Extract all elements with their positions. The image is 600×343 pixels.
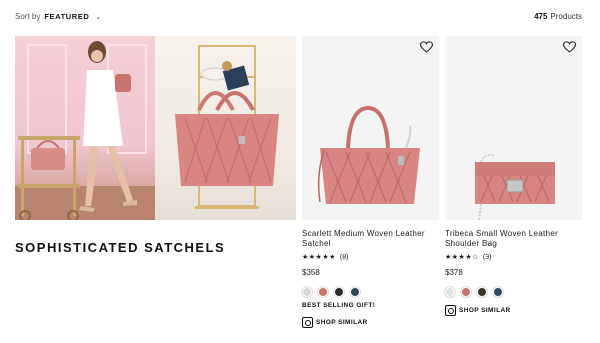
product-image[interactable] <box>445 36 582 220</box>
color-swatch[interactable] <box>318 287 328 297</box>
color-swatch[interactable] <box>461 287 471 297</box>
product-count-number: 475 <box>534 12 548 21</box>
shop-similar-label: SHOP SIMILAR <box>316 319 368 326</box>
promo-bag-photo <box>155 36 296 220</box>
product-count-label: Products <box>550 12 582 21</box>
sort-value: FEATURED <box>44 12 90 21</box>
product-count: 475 Products <box>534 12 582 21</box>
promo-banner[interactable] <box>15 36 296 220</box>
color-swatch[interactable] <box>477 287 487 297</box>
color-swatches <box>302 287 360 297</box>
satchel-bag-illustration <box>317 105 420 204</box>
shoulder-bag-illustration <box>475 153 555 220</box>
product-price: $358 <box>302 268 320 277</box>
sort-label: Sort by <box>15 12 41 21</box>
color-swatch[interactable] <box>493 287 503 297</box>
color-swatches <box>445 287 503 297</box>
product-rating[interactable]: ★★★★★ (8) <box>302 253 349 262</box>
product-name[interactable]: Tribeca Small Woven Leather Shoulder Bag <box>445 229 577 249</box>
color-swatch[interactable] <box>350 287 360 297</box>
rating-stars: ★★★★☆ <box>445 254 479 261</box>
color-swatch[interactable] <box>334 287 344 297</box>
rating-count: (8) <box>339 253 349 261</box>
sort-dropdown[interactable]: Sort by FEATURED ⌄ <box>15 12 101 21</box>
best-selling-badge: BEST SELLING GIFT! <box>302 302 376 309</box>
color-swatch[interactable] <box>445 287 455 297</box>
shop-similar-button[interactable]: SHOP SIMILAR <box>302 317 368 328</box>
chevron-down-icon: ⌄ <box>95 13 102 21</box>
product-card[interactable]: Tribeca Small Woven Leather Shoulder Bag… <box>445 36 582 316</box>
shop-similar-button[interactable]: SHOP SIMILAR <box>445 305 511 316</box>
product-name[interactable]: Scarlett Medium Woven Leather Satchel <box>302 229 434 249</box>
rating-stars: ★★★★★ <box>302 254 336 261</box>
product-price: $378 <box>445 268 463 277</box>
color-swatch[interactable] <box>302 287 312 297</box>
product-image[interactable] <box>302 36 439 220</box>
promo-title: SOPHISTICATED SATCHELS <box>15 240 226 255</box>
visual-search-icon <box>302 317 313 328</box>
shop-similar-label: SHOP SIMILAR <box>459 307 511 314</box>
product-rating[interactable]: ★★★★☆ (3) <box>445 253 492 262</box>
promo-model-photo <box>15 36 155 220</box>
visual-search-icon <box>445 305 456 316</box>
rating-count: (3) <box>482 253 492 261</box>
product-card[interactable]: Scarlett Medium Woven Leather Satchel ★★… <box>302 36 439 328</box>
toolbar: Sort by FEATURED ⌄ 475 Products <box>15 12 582 26</box>
